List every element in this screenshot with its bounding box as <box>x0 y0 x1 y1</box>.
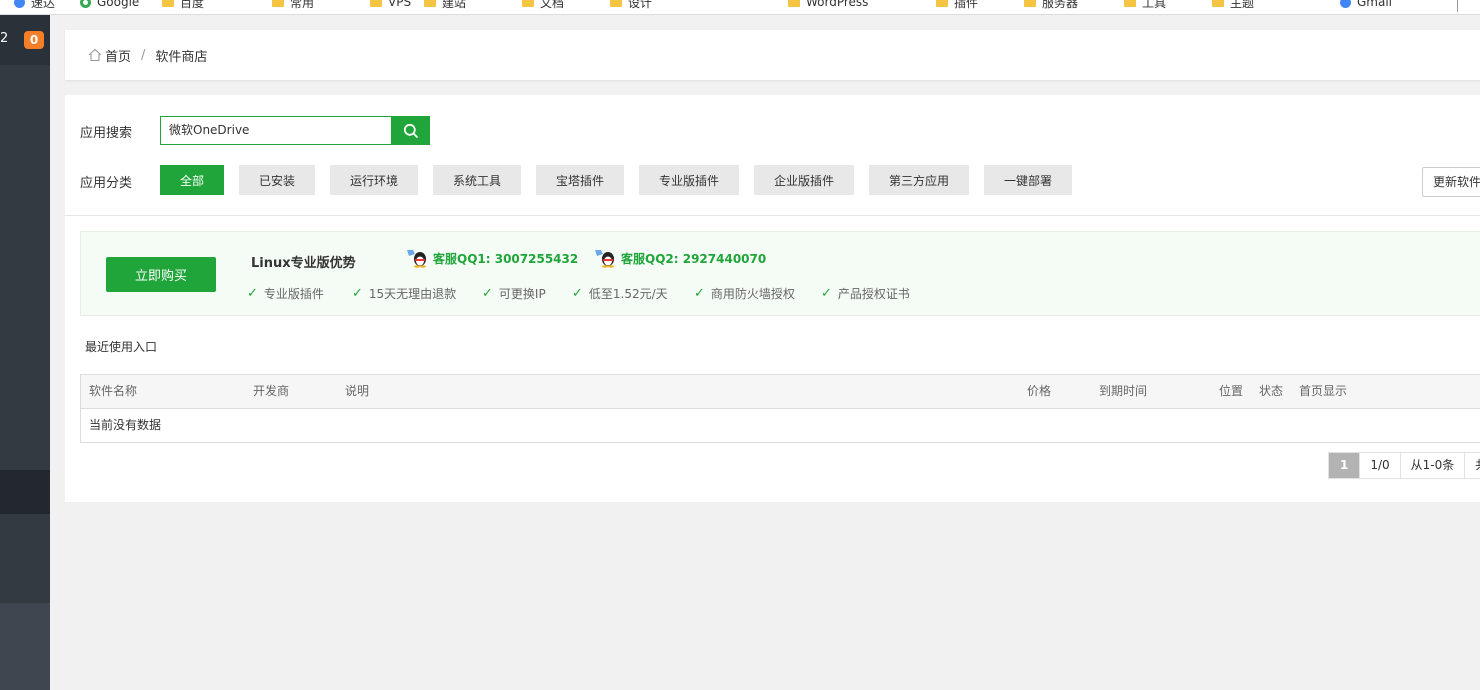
pro-promo-banner: 立即购买 Linux专业版优势 客服QQ1: 3007255432 客服QQ2:… <box>80 231 1480 316</box>
feature-item: ✓ 15天无理由退款 <box>352 286 457 301</box>
qq-icon <box>595 250 614 268</box>
category-runtime[interactable]: 运行环境 <box>330 165 418 195</box>
bookmark-item[interactable]: VPS <box>370 0 411 10</box>
feature-item: ✓ 商用防火墙授权 <box>694 286 795 301</box>
folder-icon <box>522 0 534 7</box>
feature-item: ✓ 产品授权证书 <box>821 286 910 301</box>
category-label: 应用分类 <box>80 176 133 191</box>
folder-icon <box>272 0 284 7</box>
qq-contact-1[interactable]: 客服QQ1: 3007255432 <box>405 248 578 268</box>
sidebar-item-active[interactable] <box>0 470 50 514</box>
check-icon: ✓ <box>821 286 832 301</box>
sidebar: 2 0 <box>0 15 50 690</box>
folder-icon <box>370 0 382 7</box>
page-count: 1/0 <box>1360 453 1401 478</box>
folder-icon <box>1024 0 1036 7</box>
folder-icon <box>1212 0 1224 7</box>
column-header: 开发商 <box>253 384 290 398</box>
message-badge[interactable]: 0 <box>24 31 44 49</box>
qq-contact-2[interactable]: 客服QQ2: 2927440070 <box>593 248 766 268</box>
bookmark-item[interactable]: 文档 <box>522 0 564 10</box>
folder-icon <box>788 0 800 7</box>
column-header: 软件名称 <box>89 384 138 398</box>
bookmark-item[interactable]: 速达 <box>14 0 55 10</box>
table-header: 软件名称 开发商 说明 价格 到期时间 位置 状态 首页显示 <box>81 375 1480 409</box>
bookmark-item[interactable]: 工具 <box>1124 0 1166 10</box>
folder-icon <box>162 0 174 7</box>
bookmarks-divider <box>1457 0 1458 12</box>
folder-icon <box>1124 0 1136 7</box>
page-range: 从1-0条 <box>1401 453 1466 478</box>
breadcrumb-current: 软件商店 <box>155 49 208 65</box>
column-header: 价格 <box>1027 384 1052 398</box>
column-header: 到期时间 <box>1099 384 1148 398</box>
category-enterprise-plugins[interactable]: 企业版插件 <box>754 165 854 195</box>
bookmark-item[interactable]: 插件 <box>936 0 978 10</box>
sidebar-header: 2 0 <box>0 15 50 65</box>
breadcrumb: 首页 / 软件商店 <box>65 30 1480 80</box>
column-header: 首页显示 <box>1299 384 1348 398</box>
sidebar-number: 2 <box>0 31 9 46</box>
check-icon: ✓ <box>247 286 258 301</box>
bookmark-item[interactable]: 主题 <box>1212 0 1254 10</box>
bookmark-item[interactable]: WordPress <box>788 0 868 10</box>
software-store-panel: 应用搜索 微软OneDrive 应用分类 全部 已安装 运行环境 系统工具 宝塔… <box>65 95 1480 502</box>
check-icon: ✓ <box>694 286 705 301</box>
category-third-party[interactable]: 第三方应用 <box>869 165 969 195</box>
home-icon <box>88 48 102 62</box>
breadcrumb-home[interactable]: 首页 <box>105 46 131 65</box>
globe-icon <box>14 0 25 8</box>
bookmark-item[interactable]: 设计 <box>610 0 652 10</box>
category-system-tools[interactable]: 系统工具 <box>433 165 521 195</box>
category-all[interactable]: 全部 <box>160 165 224 195</box>
check-icon: ✓ <box>572 286 583 301</box>
bookmarks-bar: 速达 Google 百度 常用 VPS 建站 文档 设计 WordPress 插… <box>0 0 1480 15</box>
promo-title: Linux专业版优势 <box>251 256 356 271</box>
table-row: 当前没有数据 <box>81 409 1480 442</box>
update-list-button[interactable]: 更新软件列表 <box>1422 167 1480 197</box>
folder-icon <box>610 0 622 7</box>
search-button[interactable] <box>391 116 430 145</box>
bookmark-item[interactable]: 常用 <box>272 0 314 10</box>
qq-number-2: 客服QQ2: 2927440070 <box>621 251 767 266</box>
buy-now-button[interactable]: 立即购买 <box>106 257 216 292</box>
folder-icon <box>424 0 436 7</box>
folder-icon <box>936 0 948 7</box>
software-table: 软件名称 开发商 说明 价格 到期时间 位置 状态 首页显示 当前没有数据 <box>80 374 1480 443</box>
column-header: 状态 <box>1259 384 1284 398</box>
feature-item: ✓ 可更换IP <box>482 286 546 301</box>
column-header: 位置 <box>1219 384 1244 398</box>
category-one-click-deploy[interactable]: 一键部署 <box>984 165 1072 195</box>
search-label: 应用搜索 <box>80 126 133 141</box>
bookmark-item[interactable]: Gmail <box>1340 0 1392 10</box>
recent-entries-title: 最近使用入口 <box>85 340 158 354</box>
category-installed[interactable]: 已安装 <box>239 165 315 195</box>
check-icon: ✓ <box>352 286 363 301</box>
empty-message: 当前没有数据 <box>89 418 162 432</box>
google-icon <box>80 0 91 8</box>
pagination: 1 1/0 从1-0条 共0条 <box>1328 452 1480 479</box>
category-bt-plugins[interactable]: 宝塔插件 <box>536 165 624 195</box>
qq-icon <box>407 250 426 268</box>
bookmark-item[interactable]: 建站 <box>424 0 466 10</box>
bookmark-item[interactable]: 服务器 <box>1024 0 1078 10</box>
search-icon <box>403 123 418 138</box>
mail-icon <box>1340 0 1351 8</box>
search-input[interactable]: 微软OneDrive <box>160 116 392 145</box>
page-total: 共0条 <box>1465 453 1480 478</box>
bookmark-item[interactable]: 百度 <box>162 0 204 10</box>
qq-number-1: 客服QQ1: 3007255432 <box>433 251 579 266</box>
feature-item: ✓ 专业版插件 <box>247 286 324 301</box>
page-current[interactable]: 1 <box>1329 453 1361 478</box>
divider <box>65 215 1480 216</box>
sidebar-item-lower[interactable] <box>0 603 50 690</box>
check-icon: ✓ <box>482 286 493 301</box>
feature-item: ✓ 低至1.52元/天 <box>572 286 668 301</box>
column-header: 说明 <box>345 384 370 398</box>
category-pro-plugins[interactable]: 专业版插件 <box>639 165 739 195</box>
breadcrumb-separator: / <box>141 47 146 63</box>
bookmark-item[interactable]: Google <box>80 0 139 10</box>
